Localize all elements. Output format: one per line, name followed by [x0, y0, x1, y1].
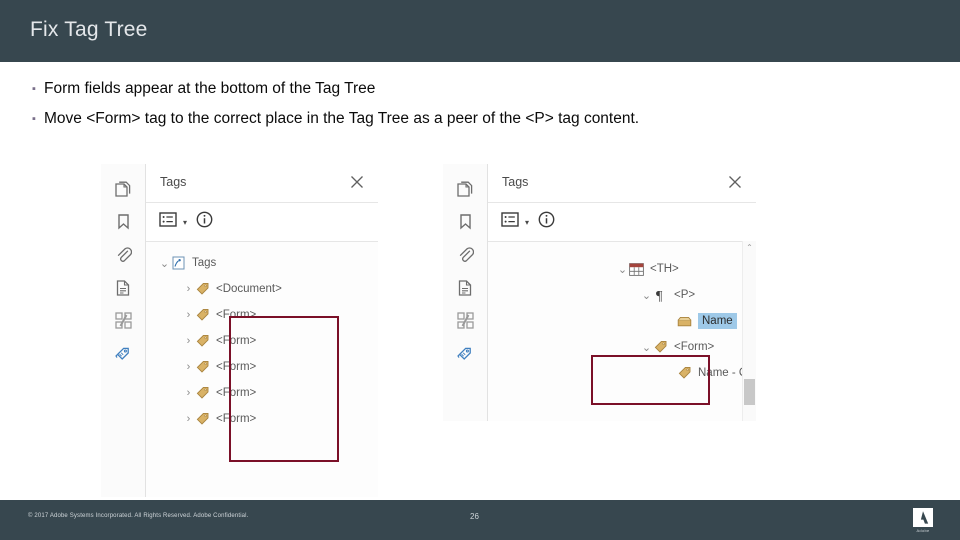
- tree-node[interactable]: ⌄ Tags: [146, 250, 378, 276]
- chevron-right-icon[interactable]: ›: [182, 283, 195, 295]
- list-item: ▪ Form fields appear at the bottom of th…: [0, 78, 940, 100]
- left-tag-tree: ⌄ Tags › <Document> › <Form> › <Form> › …: [146, 242, 378, 497]
- slide-footer: © 2017 Adobe Systems Incorporated. All R…: [0, 500, 960, 540]
- info-icon[interactable]: [196, 211, 213, 233]
- tag-icon: [653, 340, 668, 355]
- options-menu-icon[interactable]: [501, 212, 520, 232]
- tag-icon: [195, 308, 210, 323]
- tree-node-label: <Form>: [216, 335, 257, 347]
- bullet-list: ▪ Form fields appear at the bottom of th…: [0, 78, 940, 138]
- brand-name: Adobe: [916, 527, 930, 533]
- chevron-down-icon[interactable]: ⌄: [158, 257, 171, 270]
- tag-icon: [195, 386, 210, 401]
- close-icon[interactable]: [349, 174, 365, 190]
- tag-icon: [195, 334, 210, 349]
- panel-toolbar: ▾: [488, 203, 756, 242]
- right-tag-tree: ⌄ <TH> ⌄ ¶ <P> Name ⌄ <Form> Name -: [488, 242, 756, 421]
- content-icon: [677, 314, 692, 329]
- content-order-icon[interactable]: [450, 304, 480, 337]
- tree-node[interactable]: › <Form>: [146, 406, 378, 432]
- chevron-right-icon[interactable]: ›: [182, 413, 195, 425]
- attachments-icon[interactable]: [108, 238, 138, 271]
- page-number: 26: [470, 512, 479, 521]
- tree-node[interactable]: › <Form>: [146, 302, 378, 328]
- bullet-text: Move <Form> tag to the correct place in …: [44, 110, 640, 127]
- vertical-scrollbar[interactable]: ⌃: [742, 241, 756, 421]
- tree-node-label: <Form>: [216, 413, 257, 425]
- bookmarks-icon[interactable]: [108, 205, 138, 238]
- tag-root-icon: [171, 256, 186, 271]
- page-thumbnails-icon[interactable]: [450, 172, 480, 205]
- tree-node[interactable]: Name: [488, 308, 756, 334]
- adobe-logo-icon: Adobe: [908, 506, 938, 534]
- tree-node[interactable]: › <Form>: [146, 380, 378, 406]
- tree-node[interactable]: Name - OBJR: [488, 360, 756, 386]
- chevron-right-icon[interactable]: ›: [182, 361, 195, 373]
- bookmarks-icon[interactable]: [450, 205, 480, 238]
- tag-icon: [195, 282, 210, 297]
- bullet-marker-icon: ▪: [32, 113, 36, 125]
- tree-node-label: <Form>: [216, 387, 257, 399]
- tag-icon: [195, 412, 210, 427]
- tree-node-label: Tags: [192, 257, 217, 269]
- paragraph-icon: ¶: [653, 288, 668, 303]
- tag-icon: [195, 360, 210, 375]
- panel-header: Tags: [488, 164, 756, 203]
- left-screenshot-before: Tags ▾ ⌄ Tags › <Document> › <Form> › <F…: [101, 164, 378, 497]
- document-properties-icon[interactable]: [108, 271, 138, 304]
- tree-node[interactable]: ⌄ <TH>: [488, 256, 756, 282]
- right-tags-panel: Tags ▾ ⌄ <TH> ⌄ ¶ <P> Name ⌄ <Form> Name…: [488, 164, 756, 421]
- tree-node[interactable]: ⌄ ¶ <P>: [488, 282, 756, 308]
- chevron-right-icon[interactable]: ›: [182, 387, 195, 399]
- tree-node-label: <Form>: [216, 361, 257, 373]
- info-icon[interactable]: [538, 211, 555, 233]
- tree-node[interactable]: › <Form>: [146, 328, 378, 354]
- chevron-down-icon[interactable]: ⌄: [640, 289, 653, 302]
- bullet-marker-icon: ▪: [32, 83, 36, 95]
- left-tags-panel: Tags ▾ ⌄ Tags › <Document> › <Form> › <F…: [146, 164, 378, 497]
- left-navigation-rail: [101, 164, 146, 497]
- options-menu-icon[interactable]: [159, 212, 178, 232]
- tree-node-label: <Form>: [216, 309, 257, 321]
- tree-node-label: <Document>: [216, 283, 282, 295]
- tree-node-label: <Form>: [674, 341, 715, 353]
- scrollbar-thumb[interactable]: [744, 379, 755, 405]
- list-item: ▪ Move <Form> tag to the correct place i…: [0, 108, 940, 130]
- table-header-icon: [629, 262, 644, 277]
- svg-text:¶: ¶: [656, 289, 663, 302]
- chevron-right-icon[interactable]: ›: [182, 309, 195, 321]
- document-properties-icon[interactable]: [450, 271, 480, 304]
- attachments-icon[interactable]: [450, 238, 480, 271]
- close-icon[interactable]: [727, 174, 743, 190]
- chevron-right-icon[interactable]: ›: [182, 335, 195, 347]
- tags-icon[interactable]: [450, 337, 480, 370]
- panel-toolbar: ▾: [146, 203, 378, 242]
- content-order-icon[interactable]: [108, 304, 138, 337]
- panel-header: Tags: [146, 164, 378, 203]
- tree-node[interactable]: ⌄ <Form>: [488, 334, 756, 360]
- panel-title: Tags: [160, 175, 187, 189]
- copyright-text: © 2017 Adobe Systems Incorporated. All R…: [28, 513, 249, 519]
- bullet-text: Form fields appear at the bottom of the …: [44, 80, 376, 97]
- right-screenshot-after: Tags ▾ ⌄ <TH> ⌄ ¶ <P> Name ⌄ <Form> Name…: [443, 164, 756, 421]
- scroll-up-icon[interactable]: ⌃: [743, 243, 756, 252]
- tree-node[interactable]: › <Form>: [146, 354, 378, 380]
- page-thumbnails-icon[interactable]: [108, 172, 138, 205]
- tree-node-label-selected[interactable]: Name: [698, 313, 737, 329]
- page-title: Fix Tag Tree: [30, 18, 148, 41]
- chevron-down-icon[interactable]: ⌄: [640, 341, 653, 354]
- tags-icon[interactable]: [108, 337, 138, 370]
- chevron-down-icon[interactable]: ⌄: [616, 263, 629, 276]
- tree-node-label: <TH>: [650, 263, 679, 275]
- tag-icon: [677, 366, 692, 381]
- tree-node[interactable]: › <Document>: [146, 276, 378, 302]
- chevron-down-icon[interactable]: ▾: [525, 218, 529, 227]
- chevron-down-icon[interactable]: ▾: [183, 218, 187, 227]
- panel-title: Tags: [502, 175, 529, 189]
- right-navigation-rail: [443, 164, 488, 421]
- tree-node-label: <P>: [674, 289, 696, 301]
- slide-header: Fix Tag Tree: [0, 0, 960, 62]
